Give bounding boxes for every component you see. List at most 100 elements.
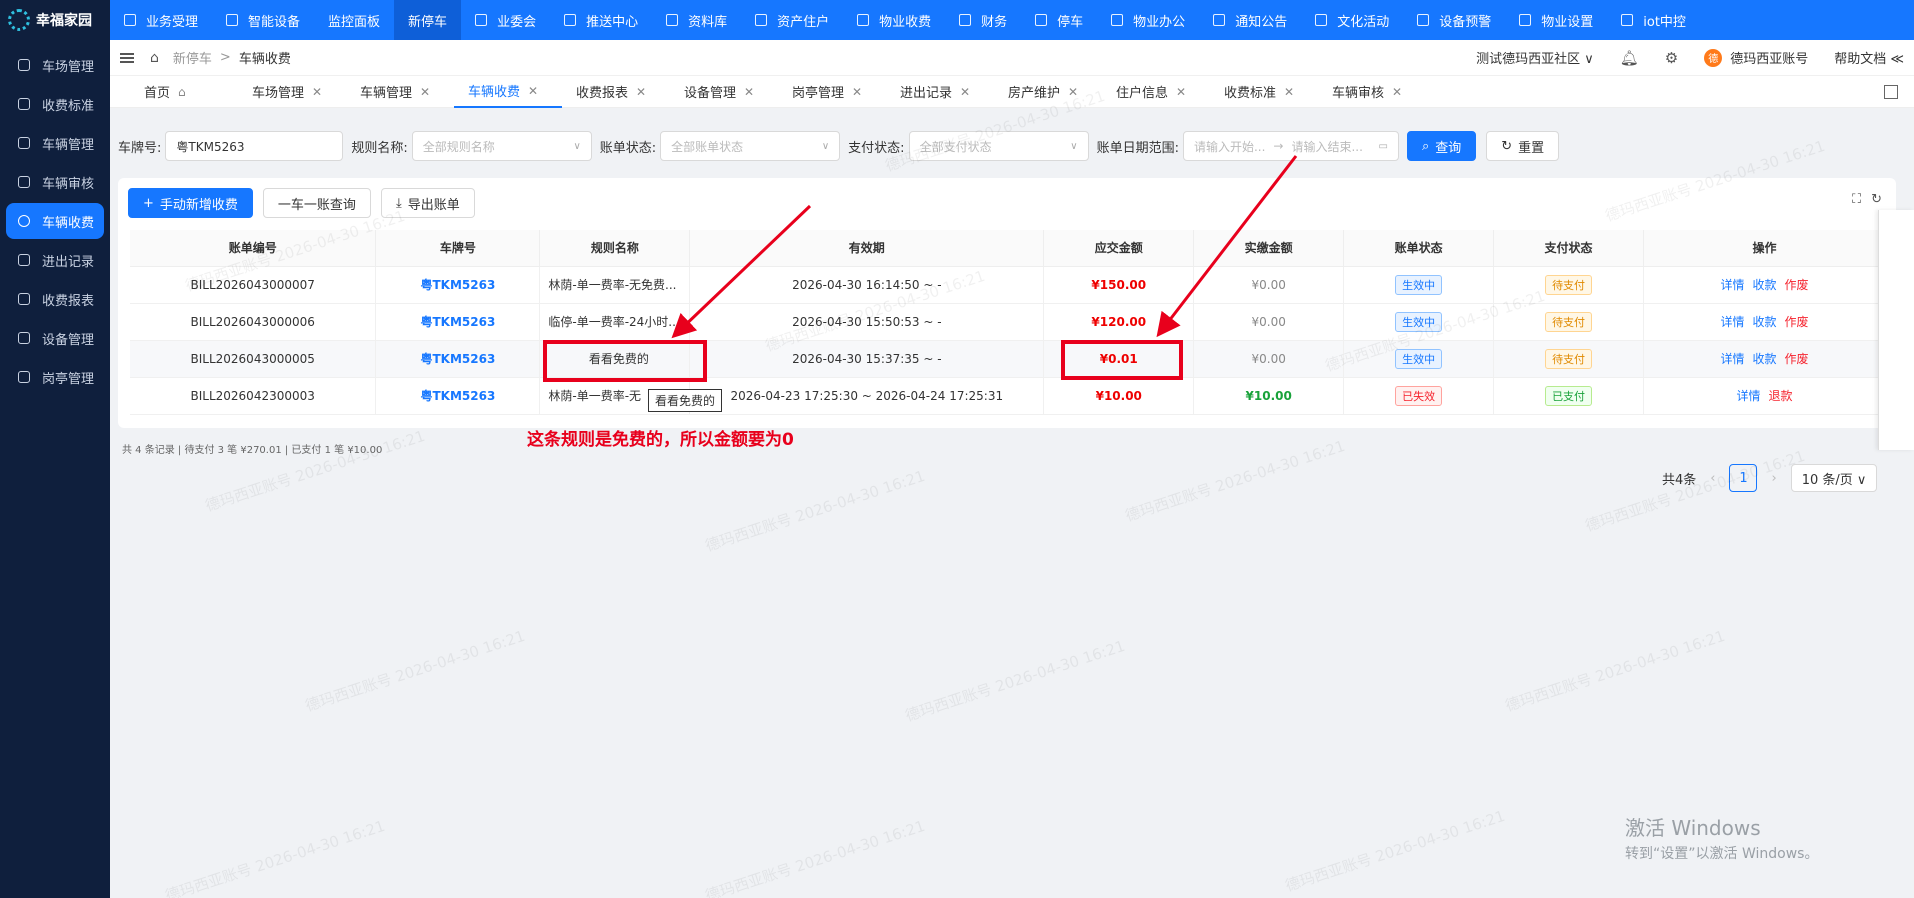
tab-5[interactable]: 设备管理 ✕ bbox=[670, 76, 778, 108]
plate-link[interactable]: 粤TKM5263 bbox=[420, 352, 495, 366]
plate-link[interactable]: 粤TKM5263 bbox=[420, 389, 495, 403]
void-link[interactable]: 作废 bbox=[1785, 315, 1809, 329]
collect-link[interactable]: 收款 bbox=[1753, 278, 1777, 292]
status-badge: 生效中 bbox=[1395, 311, 1443, 332]
prev-page-icon[interactable]: ‹ bbox=[1710, 471, 1715, 486]
sidebar-item-access-log[interactable]: 进出记录 bbox=[6, 242, 104, 278]
tab-6[interactable]: 岗亭管理 ✕ bbox=[778, 76, 886, 108]
export-label: 导出账单 bbox=[407, 197, 460, 213]
nav-push[interactable]: 推送中心 bbox=[550, 0, 652, 40]
account-menu[interactable]: 德 德玛西亚账号 bbox=[1704, 48, 1808, 67]
gear-icon[interactable]: ⚙ bbox=[1665, 49, 1678, 67]
plate-input[interactable]: 粤TKM5263 bbox=[165, 131, 344, 161]
tab-3[interactable]: 车辆收费 ✕ bbox=[454, 76, 562, 108]
nav-settings[interactable]: 物业设置 bbox=[1505, 0, 1607, 40]
sidebar-item-vehicle[interactable]: 车辆管理 bbox=[6, 125, 104, 161]
page-size-select[interactable]: 10 条/页 ∨ bbox=[1790, 464, 1878, 492]
detail-link[interactable]: 详情 bbox=[1720, 315, 1744, 329]
tab-9[interactable]: 住户信息 ✕ bbox=[1102, 76, 1210, 108]
void-link[interactable]: 作废 bbox=[1785, 278, 1809, 292]
add-charge-button[interactable]: + 手动新增收费 bbox=[128, 188, 253, 218]
fullscreen-icon[interactable]: ⛶ bbox=[1852, 192, 1861, 207]
nav-monitor[interactable]: 监控面板 bbox=[314, 0, 394, 40]
table-row: BILL2026043000005 粤TKM5263 看看免费的 2026-04-30… bbox=[130, 340, 1886, 378]
sidebar-item-vehicle-review[interactable]: 车辆审核 bbox=[6, 164, 104, 200]
tab-8[interactable]: 房产维护 ✕ bbox=[994, 76, 1102, 108]
bill-status-select[interactable]: 全部账单状态 ∨ bbox=[660, 131, 841, 161]
nav-notice[interactable]: 通知公告 bbox=[1199, 0, 1301, 40]
brand[interactable]: 幸福家园 bbox=[0, 0, 110, 40]
detail-link[interactable]: 详情 bbox=[1720, 278, 1744, 292]
query-button[interactable]: ⌕ 查询 bbox=[1406, 131, 1477, 161]
nav-alert[interactable]: 设备预警 bbox=[1403, 0, 1505, 40]
close-icon[interactable]: ✕ bbox=[420, 85, 430, 99]
help-docs-link[interactable]: 帮助文档 ≪ bbox=[1834, 48, 1904, 67]
sidebar-item-booth[interactable]: 岗亭管理 bbox=[6, 359, 104, 395]
home-icon[interactable]: ⌂ bbox=[178, 85, 186, 99]
refresh-table-icon[interactable]: ↻ bbox=[1871, 192, 1882, 207]
sidebar-item-lot[interactable]: 车场管理 bbox=[6, 47, 104, 83]
tab-0[interactable]: 首页 ⌂ bbox=[130, 76, 238, 108]
close-icon[interactable]: ✕ bbox=[528, 84, 538, 98]
tab-7[interactable]: 进出记录 ✕ bbox=[886, 76, 994, 108]
nav-parking[interactable]: 停车 bbox=[1021, 0, 1097, 40]
page-number[interactable]: 1 bbox=[1729, 464, 1758, 492]
nav-committee[interactable]: 业委会 bbox=[461, 0, 550, 40]
close-icon[interactable]: ✕ bbox=[1068, 85, 1078, 99]
pay-status-select[interactable]: 全部支付状态 ∨ bbox=[908, 131, 1089, 161]
refund-link[interactable]: 退款 bbox=[1769, 389, 1793, 403]
plate-link[interactable]: 粤TKM5263 bbox=[420, 278, 495, 292]
nav-business[interactable]: 业务受理 bbox=[110, 0, 212, 40]
sidebar-item-label: 车辆收费 bbox=[42, 215, 95, 231]
due-amount-cell: ¥120.00 bbox=[1043, 303, 1195, 341]
close-icon[interactable]: ✕ bbox=[744, 85, 754, 99]
collect-link[interactable]: 收款 bbox=[1753, 315, 1777, 329]
nav-assets[interactable]: 资产住户 bbox=[741, 0, 843, 40]
close-icon[interactable]: ✕ bbox=[312, 85, 322, 99]
close-icon[interactable]: ✕ bbox=[1284, 85, 1294, 99]
collect-link[interactable]: 收款 bbox=[1753, 352, 1777, 366]
pay-status-placeholder: 全部支付状态 bbox=[919, 139, 992, 154]
nav-finance[interactable]: 财务 bbox=[945, 0, 1021, 40]
nav-new-parking[interactable]: 新停车 bbox=[394, 0, 462, 40]
sidebar-item-fee-standard[interactable]: 收费标准 bbox=[6, 86, 104, 122]
tab-10[interactable]: 收费标准 ✕ bbox=[1210, 76, 1318, 108]
next-page-icon[interactable]: › bbox=[1771, 471, 1776, 486]
sidebar-item-vehicle-fee[interactable]: 车辆收费 bbox=[6, 203, 104, 239]
tab-4[interactable]: 收费报表 ✕ bbox=[562, 76, 670, 108]
nav-culture[interactable]: 文化活动 bbox=[1301, 0, 1403, 40]
grid-icon[interactable] bbox=[1884, 84, 1898, 99]
tab-11[interactable]: 车辆审核 ✕ bbox=[1318, 76, 1426, 108]
nav-smart-device[interactable]: 智能设备 bbox=[212, 0, 314, 40]
nav-library[interactable]: 资料库 bbox=[652, 0, 741, 40]
rule-select[interactable]: 全部规则名称 ∨ bbox=[411, 131, 592, 161]
nav-office[interactable]: 物业办公 bbox=[1097, 0, 1199, 40]
nav-property-fee[interactable]: 物业收费 bbox=[843, 0, 945, 40]
plate-link[interactable]: 粤TKM5263 bbox=[420, 315, 495, 329]
tab-1[interactable]: 车场管理 ✕ bbox=[238, 76, 346, 108]
sidebar-item-label: 岗亭管理 bbox=[42, 371, 95, 387]
home-icon[interactable]: ⌂ bbox=[150, 50, 159, 66]
close-icon[interactable]: ✕ bbox=[852, 85, 862, 99]
sidebar-item-label: 设备管理 bbox=[42, 332, 95, 348]
sidebar-item-fee-report[interactable]: 收费报表 bbox=[6, 281, 104, 317]
detail-link[interactable]: 详情 bbox=[1720, 352, 1744, 366]
tab-2[interactable]: 车辆管理 ✕ bbox=[346, 76, 454, 108]
close-icon[interactable]: ✕ bbox=[1392, 85, 1402, 99]
export-button[interactable]: ⤓ 导出账单 bbox=[380, 188, 475, 218]
detail-link[interactable]: 详情 bbox=[1737, 389, 1761, 403]
table-row: BILL2026043000007 粤TKM5263 林荫-单一费率-无免费... 2… bbox=[130, 266, 1886, 304]
one-car-query-button[interactable]: 一车一账查询 bbox=[262, 188, 371, 218]
sidebar-item-device[interactable]: 设备管理 bbox=[6, 320, 104, 356]
nav-iot[interactable]: iot中控 bbox=[1607, 0, 1700, 40]
void-link[interactable]: 作废 bbox=[1785, 352, 1809, 366]
bell-icon[interactable]: 🔔︎ bbox=[1620, 49, 1639, 67]
close-icon[interactable]: ✕ bbox=[960, 85, 970, 99]
reset-button[interactable]: ↻ 重置 bbox=[1486, 131, 1560, 161]
menu-toggle-icon[interactable] bbox=[120, 52, 134, 63]
breadcrumb-parent[interactable]: 新停车 bbox=[173, 48, 212, 67]
date-range-picker[interactable]: 请输入开始... → 请输入结束... ▭ bbox=[1182, 131, 1399, 161]
close-icon[interactable]: ✕ bbox=[1176, 85, 1186, 99]
close-icon[interactable]: ✕ bbox=[636, 85, 646, 99]
community-selector[interactable]: 测试德玛西亚社区 ∨ bbox=[1476, 48, 1594, 67]
